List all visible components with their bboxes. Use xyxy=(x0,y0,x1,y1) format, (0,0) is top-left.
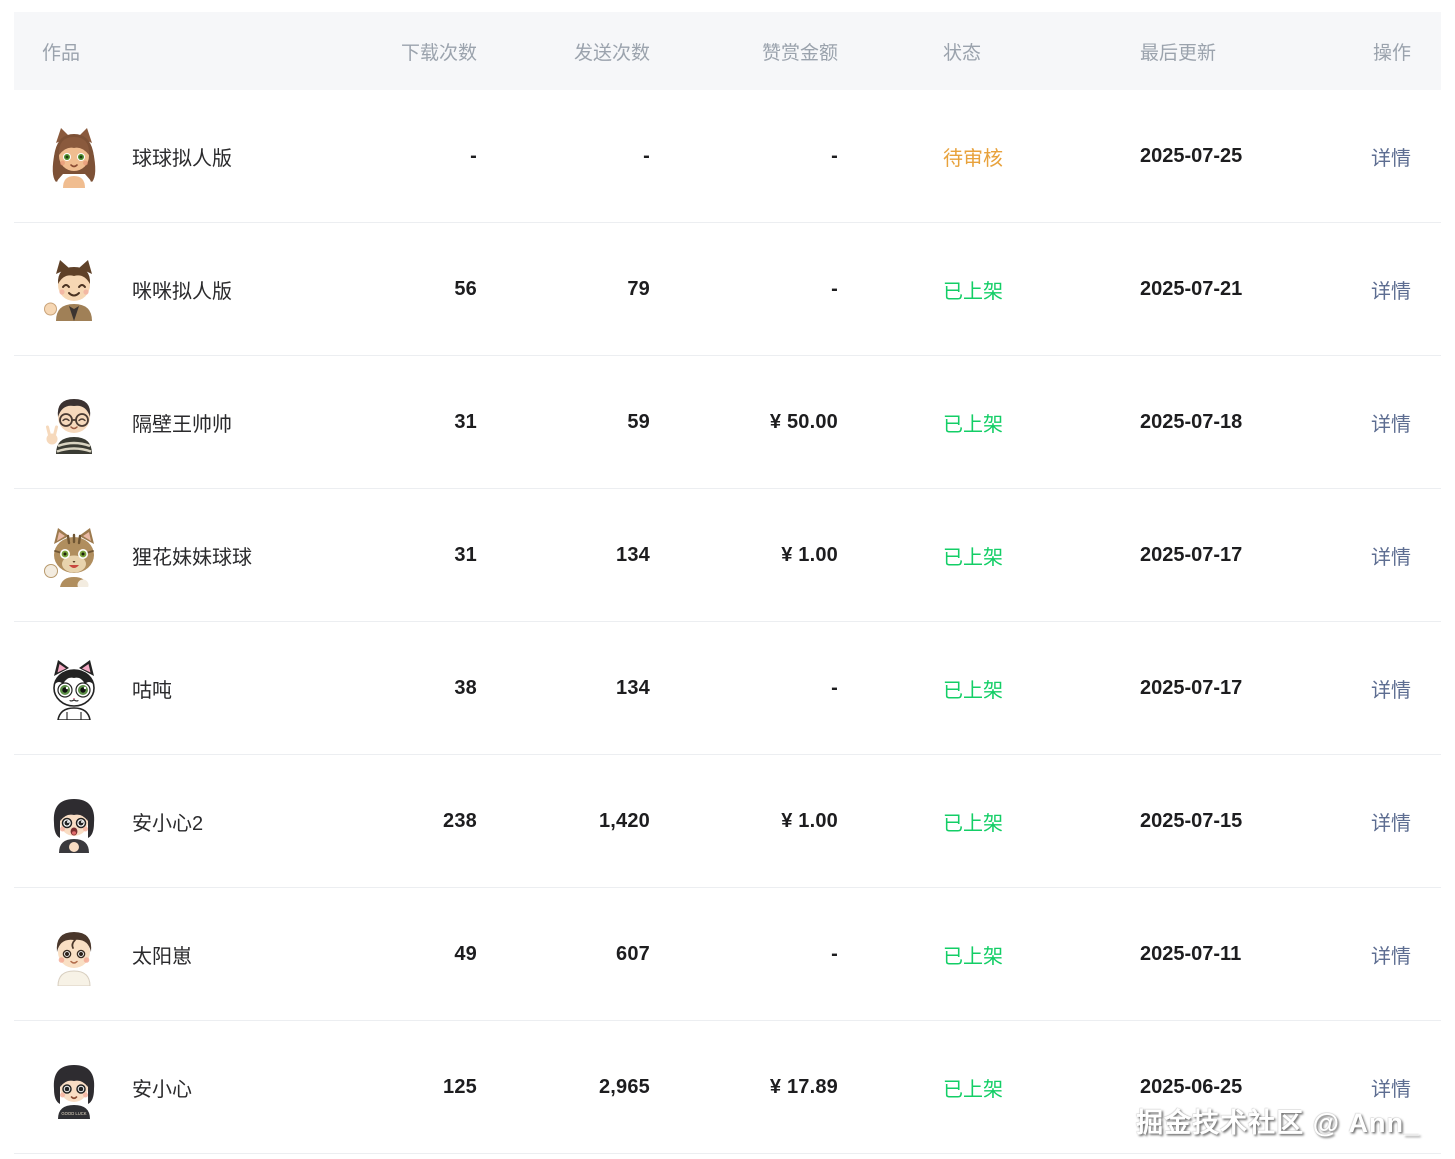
work-cell: 咪咪拟人版 xyxy=(14,257,364,321)
status-badge: 已上架 xyxy=(838,674,1140,703)
work-name: 隔壁王帅帅 xyxy=(132,408,232,437)
work-cell: GOOD LUCK 安小心 xyxy=(14,1055,364,1119)
table-row: 狸花妹妹球球 31 134 ¥ 1.00 已上架 2025-07-17 详情 xyxy=(14,489,1441,622)
table-header-row: 作品 下载次数 发送次数 赞赏金额 状态 最后更新 操作 xyxy=(14,12,1441,90)
work-name: 安小心 xyxy=(132,1073,192,1102)
table-row: 太阳崽 49 607 - 已上架 2025-07-11 详情 xyxy=(14,888,1441,1021)
tip-amount: - xyxy=(650,943,838,966)
work-avatar-image xyxy=(42,257,106,321)
work-name: 安小心2 xyxy=(132,807,203,836)
tip-amount: - xyxy=(650,677,838,700)
downloads-count: 38 xyxy=(364,677,477,700)
table-row: 球球拟人版 - - - 待审核 2025-07-25 详情 xyxy=(14,90,1441,223)
last-updated: 2025-07-25 xyxy=(1140,145,1368,168)
tip-amount: - xyxy=(650,278,838,301)
work-name: 咕吨 xyxy=(132,674,172,703)
svg-text:GOOD LUCK: GOOD LUCK xyxy=(61,1111,86,1116)
detail-link[interactable]: 详情 xyxy=(1371,547,1411,569)
downloads-count: 31 xyxy=(364,411,477,434)
column-header-amount: 赞赏金额 xyxy=(650,38,838,65)
downloads-count: 125 xyxy=(364,1076,477,1099)
table-row: 咪咪拟人版 56 79 - 已上架 2025-07-21 详情 xyxy=(14,223,1441,356)
work-avatar-image xyxy=(42,922,106,986)
tip-amount: ¥ 1.00 xyxy=(650,810,838,833)
status-badge: 已上架 xyxy=(838,275,1140,304)
detail-link[interactable]: 详情 xyxy=(1371,813,1411,835)
works-table: 作品 下载次数 发送次数 赞赏金额 状态 最后更新 操作 球球拟人版 - - -… xyxy=(14,12,1441,1154)
sends-count: 2,965 xyxy=(477,1076,650,1099)
downloads-count: 238 xyxy=(364,810,477,833)
sends-count: - xyxy=(477,145,650,168)
table-row: 安小心2 238 1,420 ¥ 1.00 已上架 2025-07-15 详情 xyxy=(14,755,1441,888)
detail-link[interactable]: 详情 xyxy=(1371,414,1411,436)
status-badge: 已上架 xyxy=(838,408,1140,437)
work-avatar-image xyxy=(42,789,106,853)
detail-link[interactable]: 详情 xyxy=(1371,148,1411,170)
work-avatar-image xyxy=(42,124,106,188)
work-cell: 狸花妹妹球球 xyxy=(14,523,364,587)
last-updated: 2025-07-21 xyxy=(1140,278,1368,301)
detail-link[interactable]: 详情 xyxy=(1371,680,1411,702)
table-body: 球球拟人版 - - - 待审核 2025-07-25 详情 咪咪拟人版 56 7… xyxy=(14,90,1441,1154)
status-badge: 待审核 xyxy=(838,142,1140,171)
work-cell: 隔壁王帅帅 xyxy=(14,390,364,454)
sends-count: 79 xyxy=(477,278,650,301)
column-header-action: 操作 xyxy=(1368,38,1441,65)
work-name: 狸花妹妹球球 xyxy=(132,541,252,570)
tip-amount: - xyxy=(650,145,838,168)
column-header-updated: 最后更新 xyxy=(1140,38,1368,65)
last-updated: 2025-07-18 xyxy=(1140,411,1368,434)
downloads-count: 56 xyxy=(364,278,477,301)
last-updated: 2025-07-17 xyxy=(1140,544,1368,567)
column-header-sends: 发送次数 xyxy=(477,38,650,65)
downloads-count: 49 xyxy=(364,943,477,966)
sends-count: 134 xyxy=(477,677,650,700)
tip-amount: ¥ 1.00 xyxy=(650,544,838,567)
status-badge: 已上架 xyxy=(838,940,1140,969)
status-badge: 已上架 xyxy=(838,541,1140,570)
sends-count: 1,420 xyxy=(477,810,650,833)
work-name: 球球拟人版 xyxy=(132,142,232,171)
last-updated: 2025-07-15 xyxy=(1140,810,1368,833)
work-avatar-image xyxy=(42,656,106,720)
downloads-count: 31 xyxy=(364,544,477,567)
work-cell: 太阳崽 xyxy=(14,922,364,986)
status-badge: 已上架 xyxy=(838,1073,1140,1102)
downloads-count: - xyxy=(364,145,477,168)
detail-link[interactable]: 详情 xyxy=(1371,281,1411,303)
table-row: 隔壁王帅帅 31 59 ¥ 50.00 已上架 2025-07-18 详情 xyxy=(14,356,1441,489)
tip-amount: ¥ 50.00 xyxy=(650,411,838,434)
column-header-status: 状态 xyxy=(838,38,1140,65)
work-name: 咪咪拟人版 xyxy=(132,275,232,304)
detail-link[interactable]: 详情 xyxy=(1371,946,1411,968)
tip-amount: ¥ 17.89 xyxy=(650,1076,838,1099)
status-badge: 已上架 xyxy=(838,807,1140,836)
detail-link[interactable]: 详情 xyxy=(1371,1079,1411,1101)
work-name: 太阳崽 xyxy=(132,940,192,969)
column-header-work: 作品 xyxy=(14,38,364,65)
last-updated: 2025-07-17 xyxy=(1140,677,1368,700)
work-cell: 安小心2 xyxy=(14,789,364,853)
last-updated: 2025-06-25 xyxy=(1140,1076,1368,1099)
work-cell: 咕吨 xyxy=(14,656,364,720)
sends-count: 134 xyxy=(477,544,650,567)
work-avatar-image xyxy=(42,390,106,454)
column-header-downloads: 下载次数 xyxy=(364,38,477,65)
table-row: 咕吨 38 134 - 已上架 2025-07-17 详情 xyxy=(14,622,1441,755)
sends-count: 607 xyxy=(477,943,650,966)
work-cell: 球球拟人版 xyxy=(14,124,364,188)
work-avatar-image xyxy=(42,523,106,587)
last-updated: 2025-07-11 xyxy=(1140,943,1368,966)
sends-count: 59 xyxy=(477,411,650,434)
table-row: GOOD LUCK 安小心 125 2,965 ¥ 17.89 已上架 2025… xyxy=(14,1021,1441,1154)
work-avatar-image: GOOD LUCK xyxy=(42,1055,106,1119)
